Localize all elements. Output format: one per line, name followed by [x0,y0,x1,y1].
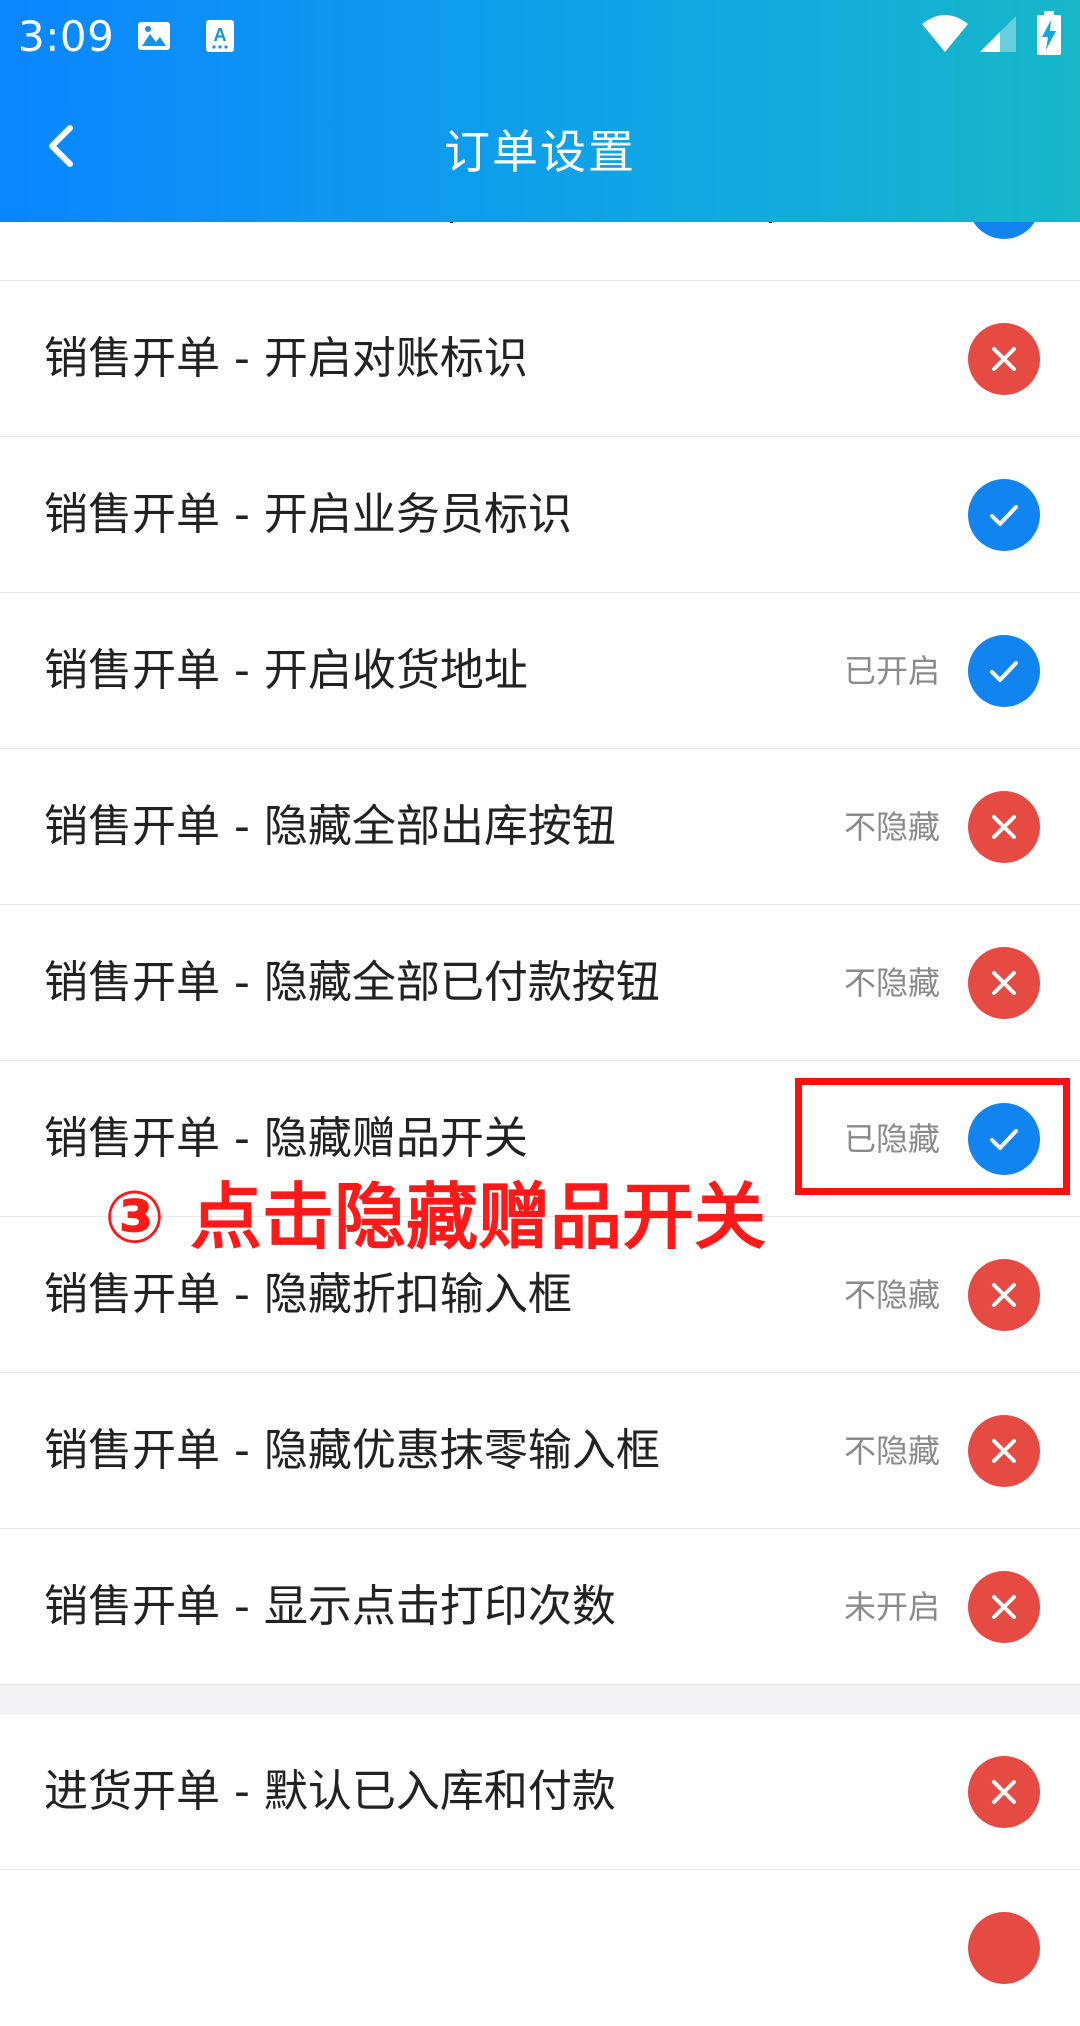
row-label: 销售开单 - 隐藏优惠抹零输入框 [44,1425,660,1476]
battery-charging-icon [1036,10,1062,60]
status-bar: 3:09 A [0,0,1080,74]
setting-row-print-count[interactable]: 销售开单 - 显示点击打印次数 未开启 [0,1529,1080,1685]
status-time: 3:09 [18,12,115,61]
row-status: 已开启 [843,652,940,690]
setting-row-reconciliation-flag[interactable]: 销售开单 - 开启对账标识 [0,281,1080,437]
row-label: 销售开单 - 开启业务员标识 [44,489,572,540]
row-status: 未开启 [843,1588,940,1626]
setting-row-hide-stock-out-button[interactable]: 销售开单 - 隐藏全部出库按钮 不隐藏 [0,749,1080,905]
toggle-off[interactable] [968,947,1040,1019]
toggle-off[interactable] [968,1571,1040,1643]
row-label: 进货开单 - 默认已入库和付款 [44,1766,616,1817]
toolbar: 订单设置 [0,96,1080,196]
settings-list: 销售开单 - 逆映升中(不现限订详情员) 销售开单 - 开启对账标识 销售开单 … [0,0,1080,2026]
annotation-highlight-box [795,1078,1070,1195]
toggle-off[interactable] [968,1756,1040,1828]
close-icon [992,347,1016,371]
close-icon [992,815,1016,839]
cell-signal-icon [978,14,1018,58]
setting-row-purchase-default-paid[interactable]: 进货开单 - 默认已入库和付款 [0,1714,1080,1870]
row-label: 销售开单 - 隐藏全部出库按钮 [44,801,616,852]
row-label: 销售开单 - 隐藏全部已付款按钮 [44,957,660,1008]
close-icon [992,1439,1016,1463]
annotation-instruction: ③ 点击隐藏赠品开关 [104,1175,767,1259]
toggle-on[interactable] [968,635,1040,707]
toggle-off[interactable] [968,323,1040,395]
wifi-icon [920,12,970,58]
toggle-off[interactable] [968,1259,1040,1331]
setting-row-shipping-address[interactable]: 销售开单 - 开启收货地址 已开启 [0,593,1080,749]
setting-row-hide-rounding-input[interactable]: 销售开单 - 隐藏优惠抹零输入框 不隐藏 [0,1373,1080,1529]
svg-text:A: A [214,25,227,45]
toggle-on[interactable] [968,479,1040,551]
close-icon [992,971,1016,995]
setting-row-hide-paid-button[interactable]: 销售开单 - 隐藏全部已付款按钮 不隐藏 [0,905,1080,1061]
toggle-off[interactable] [968,1415,1040,1487]
toggle-off[interactable] [968,791,1040,863]
setting-row-salesperson-flag[interactable]: 销售开单 - 开启业务员标识 [0,437,1080,593]
image-icon [136,18,172,58]
check-icon [990,505,1018,526]
row-status: 不隐藏 [843,964,940,1002]
row-label: 销售开单 - 开启对账标识 [44,333,528,384]
row-status: 不隐藏 [843,1432,940,1470]
close-icon [992,1283,1016,1307]
row-status: 不隐藏 [843,1276,940,1314]
section-divider [0,1684,1080,1714]
check-icon [990,661,1018,682]
toggle-off[interactable] [968,1912,1040,1984]
close-icon [992,1595,1016,1619]
row-label: 销售开单 - 开启收货地址 [44,645,528,696]
app-header: 3:09 A 订单设置 [0,0,1080,222]
row-status: 不隐藏 [843,808,940,846]
accessibility-app-icon: A [204,18,236,58]
page-title: 订单设置 [444,125,636,179]
close-icon [992,1780,1016,1804]
row-label: 销售开单 - 显示点击打印次数 [44,1581,616,1632]
setting-row-partial-bottom[interactable] [0,1870,1080,2026]
